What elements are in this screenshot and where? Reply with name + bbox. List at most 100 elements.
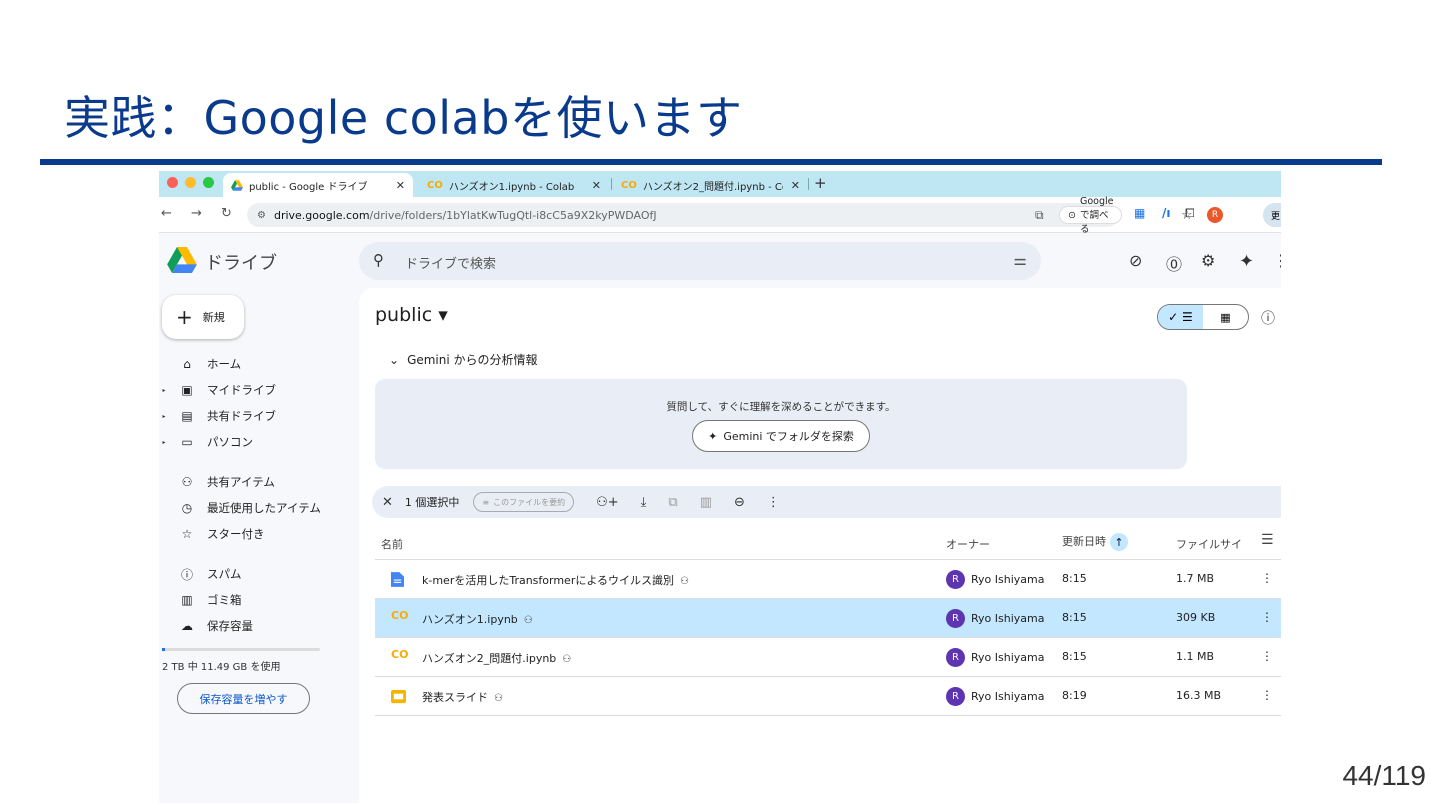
get-more-storage-button[interactable]: 保存容量を増やす <box>177 683 310 714</box>
plus-icon: + <box>176 305 193 329</box>
site-settings-icon[interactable]: ⚙ <box>257 210 266 221</box>
expand-arrow-icon[interactable]: ▸ <box>159 413 169 420</box>
install-app-icon[interactable]: ⧉ <box>1035 208 1044 223</box>
column-name[interactable]: 名前 <box>381 536 403 552</box>
minimize-window-button[interactable] <box>185 177 196 188</box>
new-button[interactable]: + 新規 <box>162 295 244 339</box>
close-window-button[interactable] <box>167 177 178 188</box>
file-modified: 8:15 <box>1062 572 1087 585</box>
maximize-window-button[interactable] <box>203 177 214 188</box>
forward-icon[interactable]: → <box>191 206 202 221</box>
sidebar-item-clock[interactable]: ◷ 最近使用したアイテム <box>159 498 321 518</box>
gemini-sparkle-icon[interactable]: ✦ <box>1239 251 1254 272</box>
view-toggle: ✓ ☰ ▦ <box>1157 304 1249 330</box>
more-options-icon[interactable]: ⋮ <box>1261 688 1273 702</box>
file-row[interactable]: CO ハンズオン2_問題付.ipynb ⚇ R Ryo Ishiyama 8:15 1.1 … <box>375 638 1281 677</box>
sort-arrow-up-icon[interactable]: ↑ <box>1110 533 1128 551</box>
new-tab-button[interactable]: + <box>814 174 827 192</box>
copy-link-icon[interactable]: ⊖ <box>734 495 745 510</box>
file-row[interactable]: 発表スライド ⚇ R Ryo Ishiyama 8:19 16.3 MB ⋮ <box>375 677 1281 716</box>
tab-drive[interactable]: public - Google ドライブ ✕ <box>223 173 413 197</box>
drive-favicon-icon <box>231 179 243 191</box>
summarize-file-button[interactable]: ≡ このファイルを要約 <box>473 492 575 512</box>
people-icon: ⚇ <box>181 475 193 489</box>
storage-bar-fill <box>162 648 166 651</box>
sidebar-item-shared-drive[interactable]: ▸ ▤ 共有ドライブ <box>159 406 276 426</box>
extensions-puzzle-icon[interactable]: ⧠ <box>1185 206 1195 221</box>
storage-text: 2 TB 中 11.49 GB を使用 <box>162 662 281 673</box>
summarize-icon: ≡ <box>482 497 490 507</box>
colab-favicon-icon: CO <box>621 179 637 191</box>
clear-selection-icon[interactable]: ✕ <box>382 495 393 510</box>
help-icon[interactable]: ⓪ <box>1166 251 1182 275</box>
share-person-add-icon[interactable]: ⚇+ <box>596 495 619 510</box>
sidebar-item-people[interactable]: ⚇ 共有アイテム <box>159 472 275 492</box>
apps-more-icon[interactable]: ⋮ <box>1273 251 1281 270</box>
expand-arrow-icon[interactable]: ▸ <box>159 439 169 446</box>
trash-icon: ▥ <box>181 593 193 607</box>
extension-analytics-icon[interactable]: /ı <box>1162 206 1171 220</box>
sidebar-item-label: パソコン <box>207 435 253 449</box>
close-tab-icon[interactable]: ✕ <box>791 179 800 192</box>
folder-title-dropdown[interactable]: public ▾ <box>375 304 448 326</box>
slide: 実践：Google colabを使います public - Google ドライ… <box>0 0 1440 810</box>
settings-gear-icon[interactable]: ⚙ <box>1201 251 1215 270</box>
column-owner[interactable]: オーナー <box>946 536 990 552</box>
file-row[interactable]: CO ハンズオン1.ipynb ⚇ R Ryo Ishiyama 8:15 309 KB ⋮ <box>375 599 1281 638</box>
file-modified: 8:19 <box>1062 689 1087 702</box>
file-size: 309 KB <box>1176 611 1216 624</box>
sidebar-item-computer[interactable]: ▸ ▭ パソコン <box>159 432 253 452</box>
extension-qr-icon[interactable]: ▦ <box>1134 206 1145 220</box>
gemini-insights-panel: 質問して、すぐに理解を深めることができます。 ✦ Gemini でフォルダを探索 <box>375 379 1187 469</box>
reload-icon[interactable]: ↻ <box>221 206 232 221</box>
search-input[interactable]: ドライブで検索 <box>405 253 496 272</box>
more-options-icon[interactable]: ⋮ <box>1261 610 1273 624</box>
close-tab-icon[interactable]: ✕ <box>396 179 405 192</box>
profile-avatar[interactable]: R <box>1207 207 1223 223</box>
drive-search[interactable]: ⚲ ドライブで検索 ⚌ <box>359 242 1041 280</box>
sidebar-item-label: マイドライブ <box>207 383 276 397</box>
sidebar-item-home[interactable]: ⌂ ホーム <box>159 354 241 374</box>
file-owner: R Ryo Ishiyama <box>946 687 1045 706</box>
shared-people-icon: ⚇ <box>494 693 503 704</box>
search-options-icon[interactable]: ⚌ <box>1014 251 1027 269</box>
sidebar-item-label: 保存容量 <box>207 619 253 633</box>
gemini-insights-toggle[interactable]: ⌄ Gemini からの分析情報 <box>389 351 538 368</box>
more-actions-icon[interactable]: ⋮ <box>767 495 780 510</box>
offline-status-icon[interactable]: ⊘ <box>1129 251 1142 270</box>
search-icon[interactable]: ⚲ <box>373 251 384 269</box>
url-field[interactable]: ⚙ drive.google.com/drive/folders/1bYlatK… <box>247 196 1193 235</box>
selection-count: 1 個選択中 <box>404 496 460 509</box>
column-modified[interactable]: 更新日時 ↑ <box>1062 533 1128 551</box>
drive-logo-icon[interactable] <box>167 247 197 273</box>
tab-colab-2[interactable]: CO ハンズオン2_問題付.ipynb - Co ✕ <box>613 173 808 197</box>
shared-people-icon: ⚇ <box>562 654 572 665</box>
info-icon[interactable]: ⓘ <box>1261 308 1275 328</box>
update-button[interactable]: 更 <box>1263 203 1281 227</box>
move-to-folder-icon[interactable]: ⧉ <box>668 495 677 510</box>
grid-view-button[interactable]: ▦ <box>1203 305 1248 329</box>
gemini-explore-button[interactable]: ✦ Gemini でフォルダを探索 <box>692 420 870 452</box>
sidebar-item-star[interactable]: ☆ スター付き <box>159 524 265 544</box>
google-search-chip[interactable]: ⊙ Google で調べる <box>1059 196 1123 235</box>
sort-options-icon[interactable]: ☰ <box>1261 532 1274 548</box>
file-row[interactable]: k-merを活用したTransformerによるウイルス識別 ⚇ R Ryo Ishi… <box>375 560 1281 599</box>
tab-separator <box>611 178 612 190</box>
back-icon[interactable]: ← <box>161 206 172 221</box>
more-options-icon[interactable]: ⋮ <box>1261 571 1273 585</box>
tab-colab-1[interactable]: CO ハンズオン1.ipynb - Colab ✕ <box>419 173 609 197</box>
cloud-icon: ☁ <box>181 619 193 633</box>
file-owner: R Ryo Ishiyama <box>946 609 1045 628</box>
trash-icon[interactable]: ▥ <box>700 495 712 510</box>
owner-avatar: R <box>946 570 965 589</box>
column-size[interactable]: ファイルサイ <box>1176 536 1242 552</box>
sidebar-item-trash[interactable]: ▥ ゴミ箱 <box>159 590 241 610</box>
expand-arrow-icon[interactable]: ▸ <box>159 387 169 394</box>
download-icon[interactable]: ⤓ <box>641 495 647 510</box>
sidebar-item-cloud[interactable]: ☁ 保存容量 <box>159 616 253 636</box>
sidebar-item-spam[interactable]: ⓘ スパム <box>159 564 242 584</box>
sidebar-item-my-drive[interactable]: ▸ ▣ マイドライブ <box>159 380 276 400</box>
more-options-icon[interactable]: ⋮ <box>1261 649 1273 663</box>
close-tab-icon[interactable]: ✕ <box>592 179 601 192</box>
list-view-button[interactable]: ✓ ☰ <box>1158 305 1203 329</box>
